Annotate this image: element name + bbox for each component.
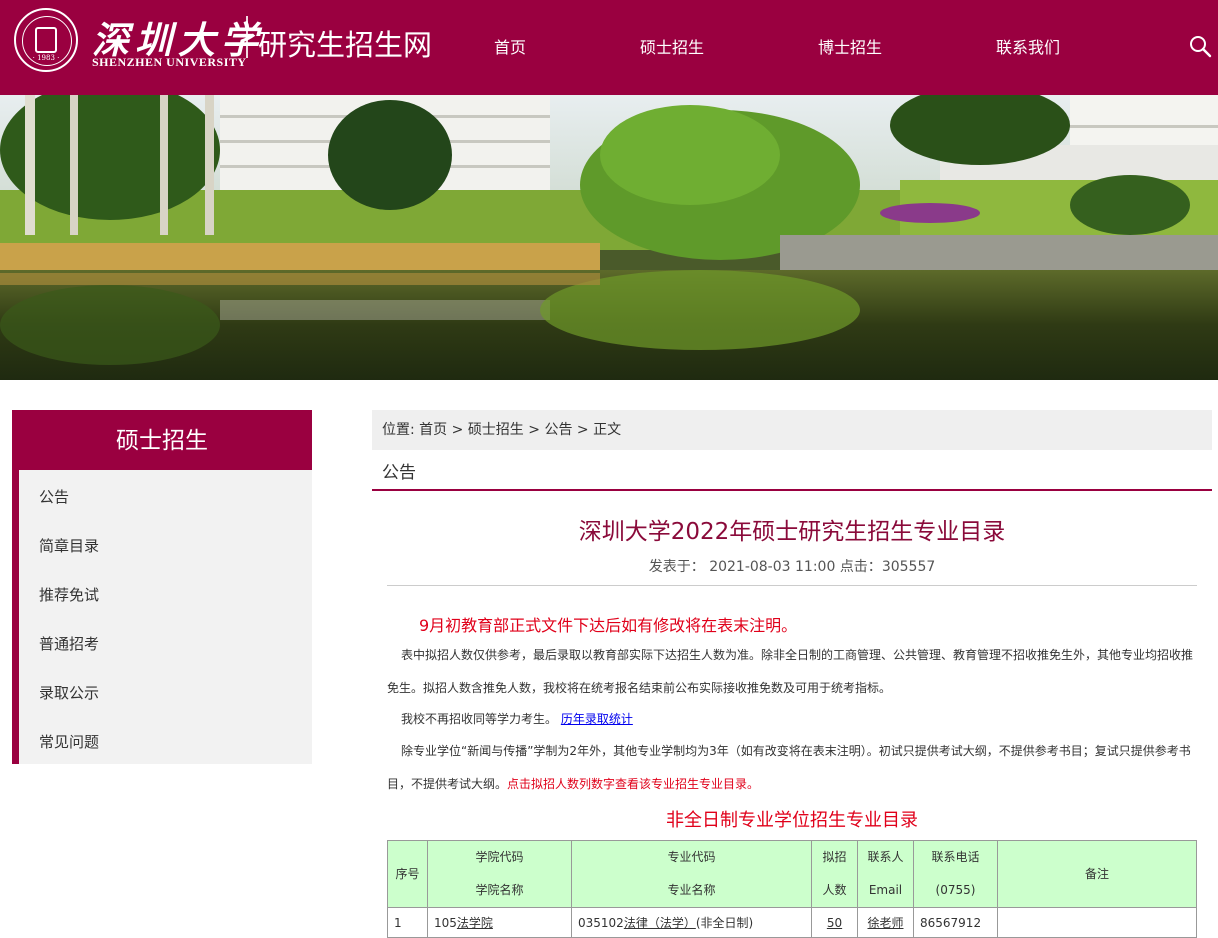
- logo-english-name: SHENZHEN UNIVERSITY: [92, 55, 247, 69]
- paragraph-duration-red: 点击拟招人数列数字查看该专业招生专业目录。: [507, 777, 760, 791]
- cell-remark: [997, 907, 1197, 938]
- th-major-code: 专业代码: [667, 850, 716, 864]
- sidebar-item-brochure[interactable]: 简章目录: [39, 535, 99, 556]
- th-plan: 拟招 人数: [811, 840, 858, 908]
- paragraph-duration: 除专业学位“新闻与传播”学制为2年外，其他专业学制均为3年（如有改变将在表末注明…: [387, 735, 1197, 801]
- sidebar-item-announcements[interactable]: 公告: [39, 486, 69, 507]
- plan-count-link[interactable]: 50: [827, 916, 842, 930]
- published-date: 2021-08-03 11:00: [709, 559, 836, 575]
- nav-master-admission[interactable]: 硕士招生: [640, 34, 704, 58]
- seal-year: · 1983 ·: [32, 54, 60, 62]
- admission-statistics-link[interactable]: 历年录取统计: [561, 712, 633, 726]
- breadcrumb-sep: >: [576, 422, 589, 438]
- section-divider: [372, 489, 1212, 491]
- site-header: · 1983 · 深圳大学 SHENZHEN UNIVERSITY 研究生招生网…: [0, 0, 1218, 95]
- breadcrumb-home[interactable]: 首页: [419, 422, 447, 438]
- breadcrumb-sep: >: [451, 422, 464, 438]
- article-title: 深圳大学2022年硕士研究生招生专业目录: [578, 519, 1006, 545]
- sidebar: 硕士招生 公告 简章目录 推荐免试 普通招考 录取公示 常见问题: [12, 410, 312, 764]
- th-phone-1: 联系电话: [931, 850, 980, 864]
- nav-contact-us[interactable]: 联系我们: [996, 34, 1060, 58]
- university-seal-logo[interactable]: · 1983 ·: [14, 8, 78, 72]
- article-divider: [387, 585, 1197, 586]
- nav-doctoral-admission[interactable]: 博士招生: [818, 34, 882, 58]
- paragraph-equivalent-text: 我校不再招收同等学力考生。: [401, 712, 558, 726]
- th-phone-2: (0755): [935, 883, 976, 897]
- search-icon[interactable]: [1188, 34, 1212, 58]
- college-code: 105: [434, 916, 457, 930]
- th-no: 序号: [387, 840, 428, 908]
- major-code: 035102: [578, 916, 624, 930]
- clicks-count: 305557: [881, 559, 936, 575]
- seal-emblem: [35, 27, 57, 53]
- th-plan-1: 拟招: [822, 850, 847, 864]
- th-college-name: 学院名称: [475, 883, 524, 897]
- article-meta: 发表于： 2021-08-03 11:00 点击：305557: [372, 556, 1212, 576]
- breadcrumb: 位置: 首页 > 硕士招生 > 公告 > 正文: [372, 410, 1212, 450]
- notice-red: 9月初教育部正式文件下达后如有修改将在表末注明。: [419, 616, 798, 635]
- cell-major: 035102法律（法学）(非全日制): [571, 907, 812, 938]
- breadcrumb-prefix: 位置:: [382, 422, 415, 438]
- th-college: 学院代码 学院名称: [427, 840, 572, 908]
- cell-phone: 86567912: [913, 907, 998, 938]
- breadcrumb-current: 正文: [593, 422, 622, 438]
- sidebar-item-admission-list[interactable]: 录取公示: [39, 682, 99, 703]
- campus-banner-image: [0, 95, 1218, 380]
- breadcrumb-master[interactable]: 硕士招生: [468, 422, 524, 438]
- sidebar-title: 硕士招生: [12, 410, 312, 470]
- sidebar-menu: 公告 简章目录 推荐免试 普通招考 录取公示 常见问题: [12, 470, 312, 764]
- breadcrumb-sep: >: [528, 422, 540, 438]
- th-contact: 联系人 Email: [857, 840, 914, 908]
- table-row: 1 105法学院 035102法律（法学）(非全日制) 50 徐老师 86567…: [387, 907, 1197, 938]
- clicks-label: 点击：: [839, 559, 882, 575]
- table-header-row: 序号 学院代码 学院名称 专业代码 专业名称 拟招 人数 联系人 Email 联…: [387, 840, 1197, 908]
- published-label: 发表于：: [648, 559, 705, 575]
- logo-divider: [246, 16, 248, 58]
- th-college-code: 学院代码: [475, 850, 524, 864]
- cell-plan: 50: [811, 907, 858, 938]
- paragraph-quota-note: 表中拟招人数仅供参考，最后录取以教育部实际下达招生人数为准。除非全日制的工商管理…: [387, 648, 1194, 695]
- th-contact-1: 联系人: [867, 850, 904, 864]
- breadcrumb-announcement[interactable]: 公告: [544, 422, 572, 438]
- th-plan-2: 人数: [822, 883, 847, 897]
- th-remark: 备注: [997, 840, 1197, 908]
- th-contact-2: Email: [868, 883, 903, 897]
- th-major-name: 专业名称: [667, 883, 716, 897]
- college-name-link[interactable]: 法学院: [457, 916, 493, 930]
- major-name-link[interactable]: 法律（法学）: [624, 916, 696, 930]
- th-major: 专业代码 专业名称: [571, 840, 812, 908]
- th-phone: 联系电话 (0755): [913, 840, 998, 908]
- paragraph-equivalent: 我校不再招收同等学力考生。 历年录取统计: [387, 703, 1197, 736]
- major-suffix: (非全日制): [695, 916, 754, 930]
- majors-table: 序号 学院代码 学院名称 专业代码 专业名称 拟招 人数 联系人 Email 联…: [387, 840, 1197, 938]
- sidebar-item-faq[interactable]: 常见问题: [39, 731, 99, 752]
- site-name[interactable]: 研究生招生网: [258, 22, 432, 64]
- contact-link[interactable]: 徐老师: [867, 916, 903, 930]
- cell-no: 1: [387, 907, 428, 938]
- cell-college: 105法学院: [427, 907, 572, 938]
- sidebar-item-recommended[interactable]: 推荐免试: [39, 584, 99, 605]
- table-title: 非全日制专业学位招生专业目录: [666, 810, 918, 831]
- nav-home[interactable]: 首页: [494, 34, 526, 58]
- cell-contact: 徐老师: [857, 907, 914, 938]
- sidebar-item-general-exam[interactable]: 普通招考: [39, 633, 99, 654]
- section-title: 公告: [382, 463, 416, 483]
